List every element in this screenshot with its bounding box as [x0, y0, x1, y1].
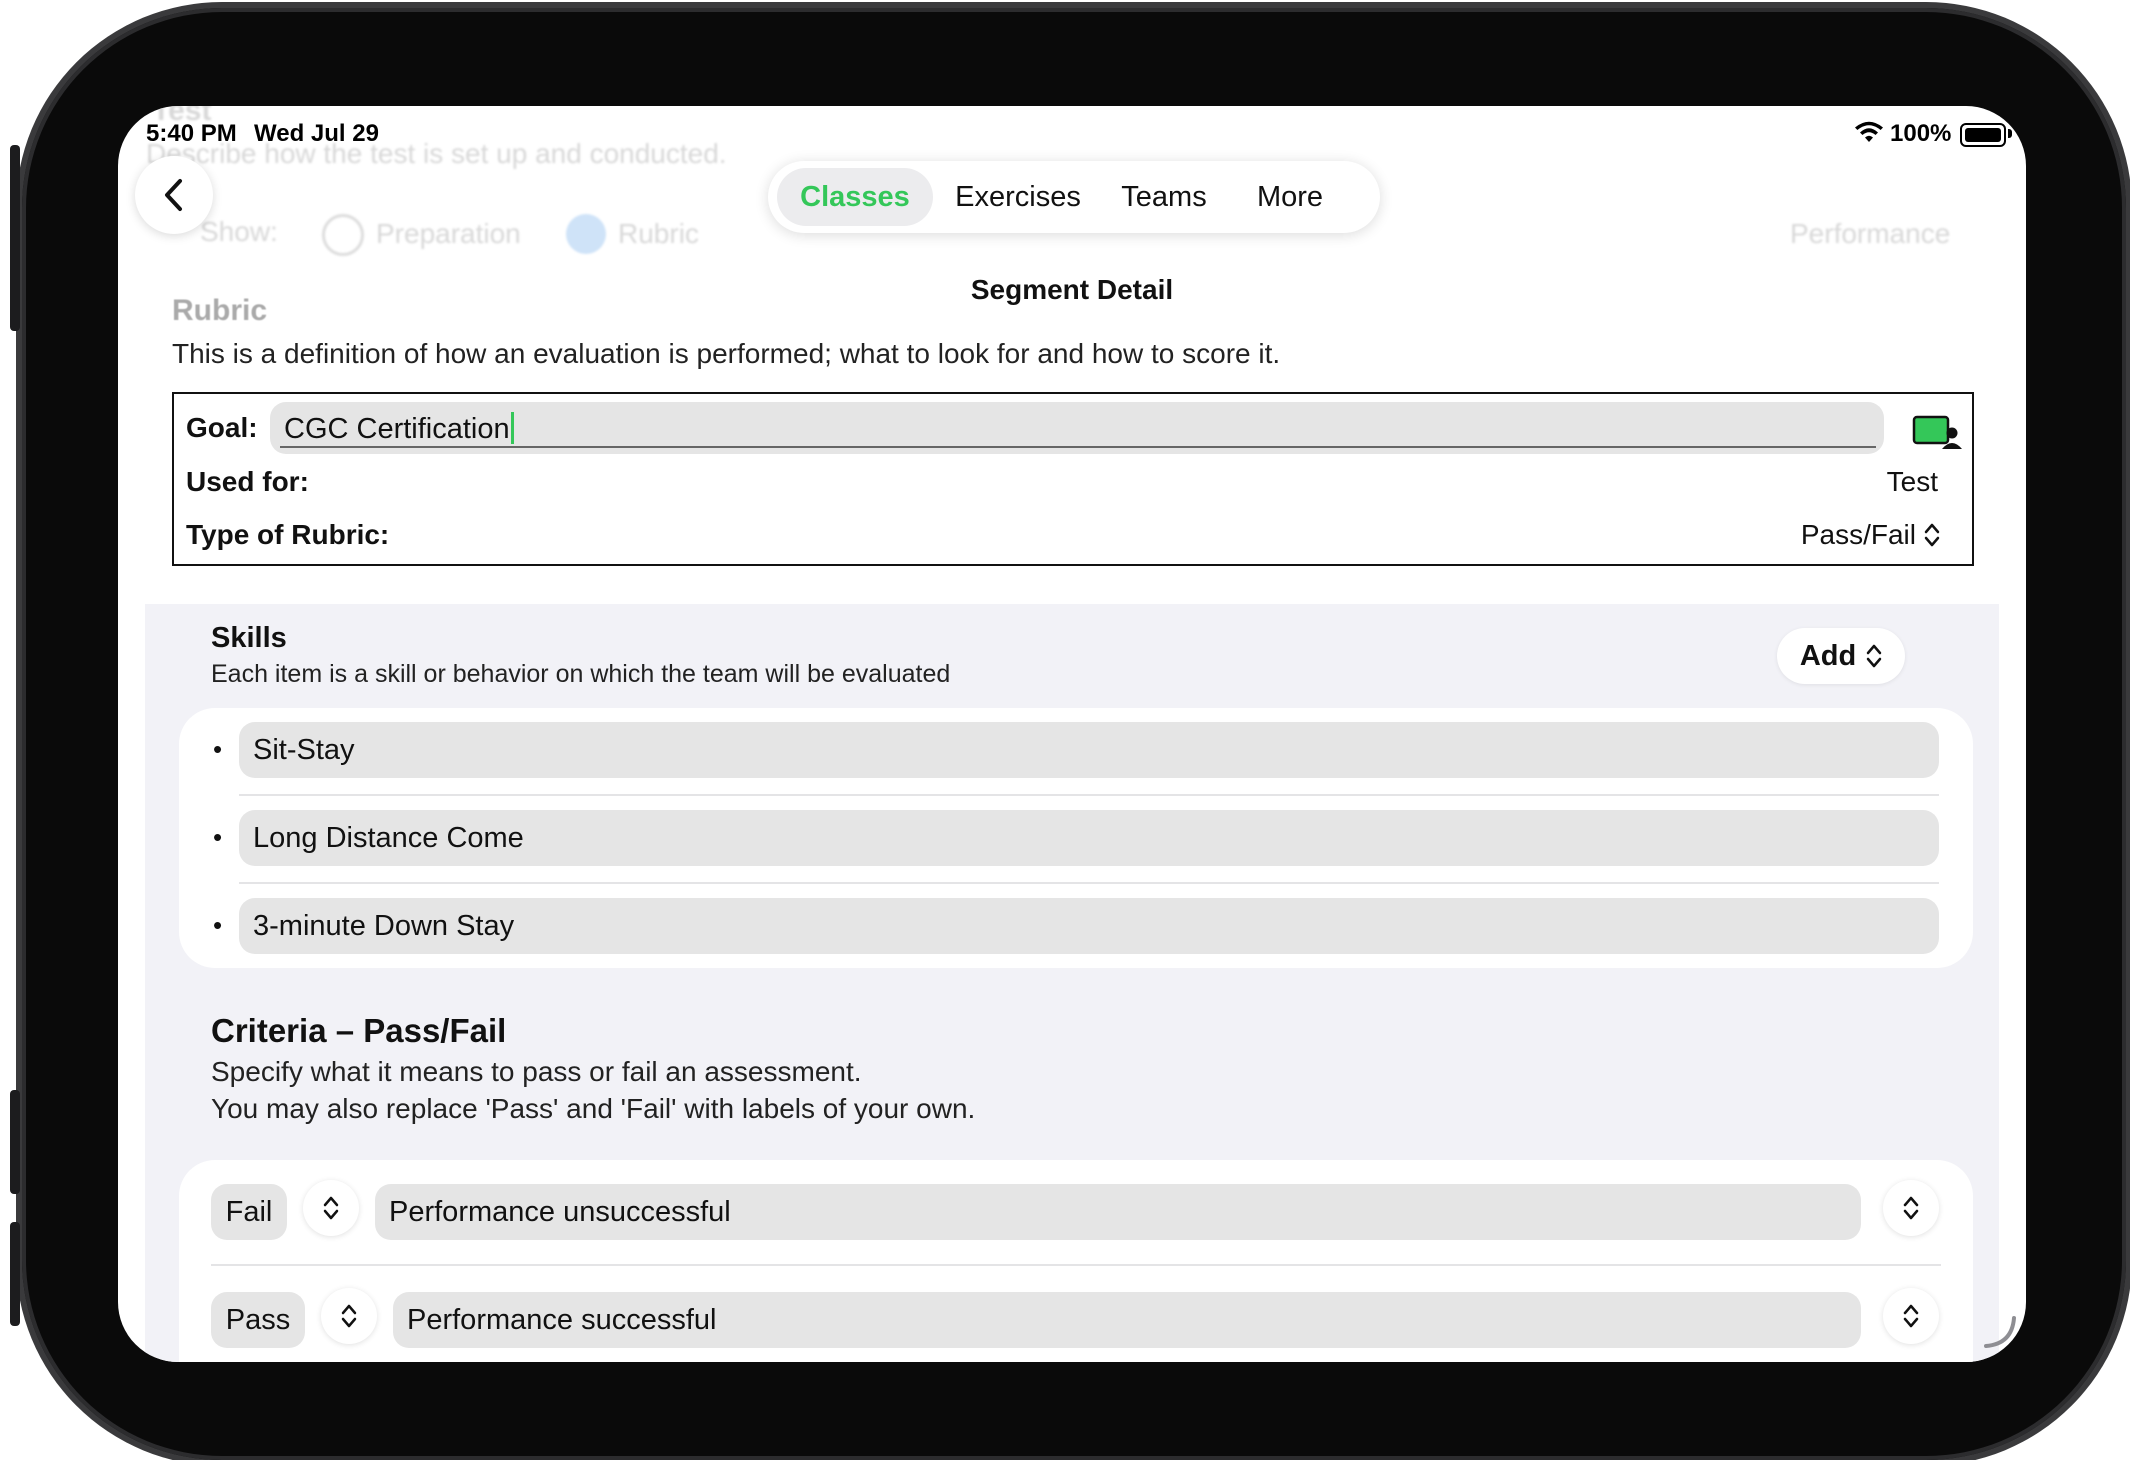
back-button[interactable] — [135, 156, 213, 234]
battery-icon — [1960, 123, 2006, 147]
type-label: Type of Rubric: — [186, 519, 390, 550]
power-button — [10, 1222, 20, 1326]
chevron-up-down-icon — [1903, 1196, 1919, 1220]
goal-label: Goal: — [186, 412, 258, 443]
label-picker-button[interactable] — [303, 1180, 359, 1236]
skills-list: • Sit-Stay • Long Distance Come • 3-minu… — [179, 708, 1973, 968]
criteria-label-pass[interactable]: Pass — [211, 1292, 305, 1348]
chevron-up-down-icon — [341, 1304, 357, 1328]
criteria-description-fail[interactable]: Performance unsuccessful — [375, 1184, 1861, 1240]
criteria-line-1: Specify what it means to pass or fail an… — [211, 1056, 862, 1087]
ghost-radio-preparation — [322, 214, 364, 256]
skills-title: Skills — [211, 622, 287, 654]
screen: Test Describe how the test is set up and… — [118, 106, 2026, 1362]
criteria-list: Fail Performance unsuccessful Pass Perfo… — [179, 1160, 1973, 1362]
page-title: Segment Detail — [970, 274, 1174, 305]
add-skill-button[interactable]: Add — [1777, 628, 1905, 684]
criteria-title: Criteria – Pass/Fail — [211, 1012, 507, 1049]
label-picker-button[interactable] — [321, 1288, 377, 1344]
bullet-icon: • — [213, 734, 223, 764]
used-for-value: Test — [1886, 466, 1938, 497]
divider — [239, 882, 1939, 884]
tab-bar: Classes Exercises Teams More — [768, 161, 1380, 233]
grouped-section: Skills Each item is a skill or behavior … — [145, 604, 1999, 1362]
criteria-description-pass[interactable]: Performance successful — [393, 1292, 1861, 1348]
text-caret — [510, 412, 514, 444]
divider — [211, 1264, 1941, 1266]
volume-down-button — [10, 1090, 20, 1194]
skill-item-1[interactable]: Sit-Stay — [239, 722, 1939, 778]
reorder-button[interactable] — [1883, 1288, 1939, 1344]
goal-value: CGC Certification — [284, 413, 510, 445]
add-label: Add — [1799, 639, 1857, 672]
tab-exercises[interactable]: Exercises — [938, 161, 1098, 233]
ghost-radio-rubric — [566, 214, 606, 254]
reorder-button[interactable] — [1883, 1180, 1939, 1236]
ghost-option-preparation: Preparation — [376, 218, 521, 249]
skills-subtitle: Each item is a skill or behavior on whic… — [211, 660, 951, 688]
skill-item-3[interactable]: 3-minute Down Stay — [239, 898, 1939, 954]
tab-more[interactable]: More — [1230, 161, 1350, 233]
used-for-label: Used for: — [186, 466, 309, 497]
goal-underline — [280, 446, 1876, 448]
rubric-description: This is a definition of how an evaluatio… — [172, 338, 1281, 369]
chevron-left-icon — [165, 179, 182, 211]
ghost-option-rubric: Rubric — [618, 218, 699, 249]
criteria-line-2: You may also replace 'Pass' and 'Fail' w… — [211, 1093, 976, 1124]
skill-item-2[interactable]: Long Distance Come — [239, 810, 1939, 866]
divider — [239, 794, 1939, 796]
tab-teams[interactable]: Teams — [1104, 161, 1224, 233]
status-time: 5:40 PM — [146, 120, 237, 147]
status-date: Wed Jul 29 — [254, 120, 379, 147]
chevron-up-down-icon — [1903, 1304, 1919, 1328]
wifi-icon — [1854, 120, 1884, 144]
resize-handle-icon[interactable] — [1982, 1314, 2018, 1350]
chevron-up-down-icon — [1924, 523, 1940, 547]
rubric-form: Goal: CGC Certification Used for: Test T… — [172, 392, 1974, 566]
criteria-label-fail[interactable]: Fail — [211, 1184, 287, 1240]
chevron-up-down-icon — [323, 1196, 339, 1220]
goal-field[interactable]: CGC Certification — [270, 402, 1884, 454]
person-card-icon[interactable] — [1912, 414, 1964, 450]
bullet-icon: • — [213, 910, 223, 940]
ghost-performance-label: Performance — [1790, 218, 1951, 249]
bullet-icon: • — [213, 822, 223, 852]
chevron-up-down-icon — [1866, 644, 1882, 668]
tab-classes[interactable]: Classes — [777, 161, 933, 233]
ghost-show-label: Show: — [200, 216, 278, 247]
battery-percent: 100% — [1890, 120, 1952, 147]
battery-tip — [2008, 129, 2012, 138]
type-picker[interactable]: Pass/Fail — [1801, 519, 1940, 551]
type-value: Pass/Fail — [1800, 519, 1916, 550]
volume-up-button — [10, 145, 20, 331]
